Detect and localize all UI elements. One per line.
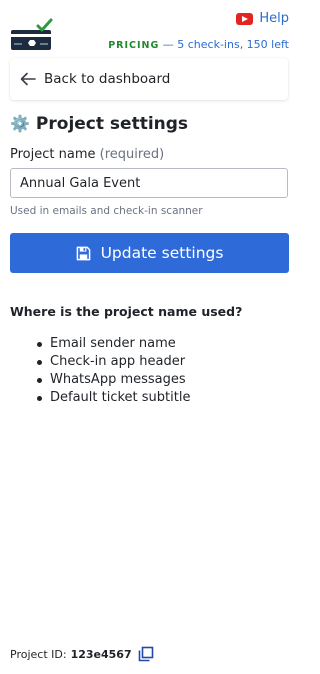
project-name-label-text: Project name <box>10 147 96 162</box>
project-name-label: Project name (required) <box>10 147 164 162</box>
update-settings-label: Update settings <box>100 244 224 262</box>
list-item: Email sender name <box>36 335 190 353</box>
pricing-status[interactable]: PRICING — 5 check-ins, 150 left <box>108 38 289 51</box>
copy-icon[interactable] <box>138 646 154 662</box>
list-item: Default ticket subtitle <box>36 390 191 405</box>
save-icon <box>76 246 90 260</box>
usage-heading: Where is the project name used? <box>10 304 243 319</box>
back-to-dashboard-button[interactable]: Back to dashboard <box>10 58 288 100</box>
required-marker: (required) <box>99 147 165 162</box>
page-title-text: Project settings <box>35 114 189 134</box>
list-item: Check-in app header <box>36 353 190 371</box>
list-item: WhatsApp messages <box>36 371 190 389</box>
project-name-input[interactable] <box>10 168 288 198</box>
help-link[interactable]: Help <box>236 11 289 26</box>
page-title: ⚙️ Project settings <box>10 114 188 134</box>
project-name-hint: Used in emails and check-in scanner <box>10 205 203 217</box>
back-label: Back to dashboard <box>44 71 171 87</box>
arrow-left-icon <box>20 72 36 86</box>
update-settings-button[interactable]: Update settings <box>10 233 289 273</box>
project-id-value: 123e4567 <box>70 647 132 661</box>
youtube-play-icon <box>236 12 254 25</box>
ticket-check-logo <box>11 18 53 50</box>
pricing-detail: — 5 check-ins, 150 left <box>162 38 289 51</box>
pricing-label: PRICING <box>108 40 160 51</box>
gear-icon: ⚙️ <box>10 114 30 133</box>
header: Help PRICING — 5 check-ins, 150 left <box>0 0 299 60</box>
usage-list: Email sender name Check-in app header Wh… <box>36 335 191 407</box>
project-id-label: Project ID: <box>10 647 67 661</box>
help-label: Help <box>259 11 289 26</box>
project-id-footer: Project ID: 123e4567 <box>10 646 154 662</box>
